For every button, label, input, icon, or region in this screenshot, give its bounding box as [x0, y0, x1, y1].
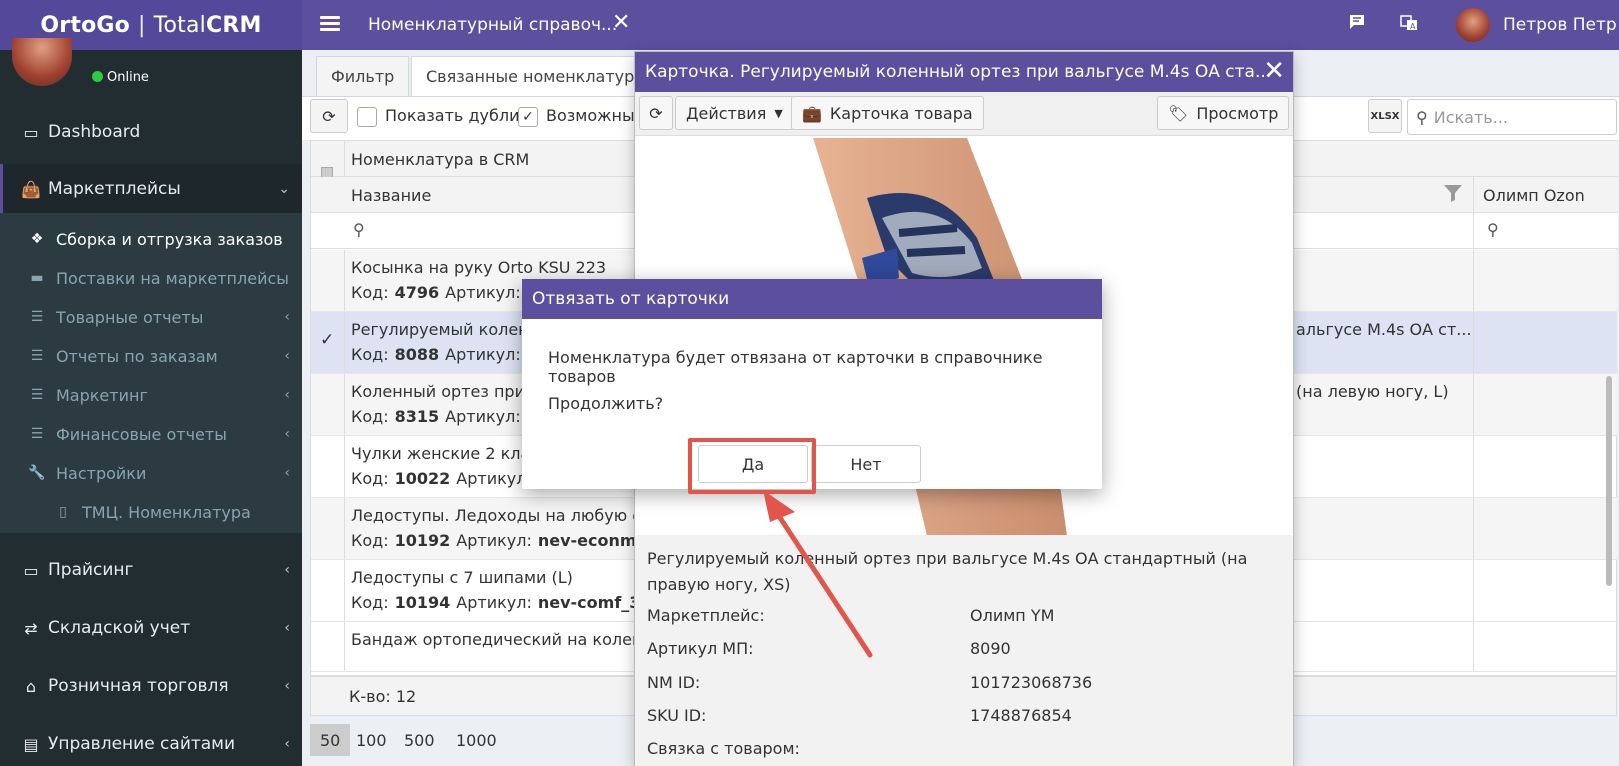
annotation-arrow	[763, 490, 873, 658]
grid-scrollbar[interactable]	[1606, 376, 1612, 586]
